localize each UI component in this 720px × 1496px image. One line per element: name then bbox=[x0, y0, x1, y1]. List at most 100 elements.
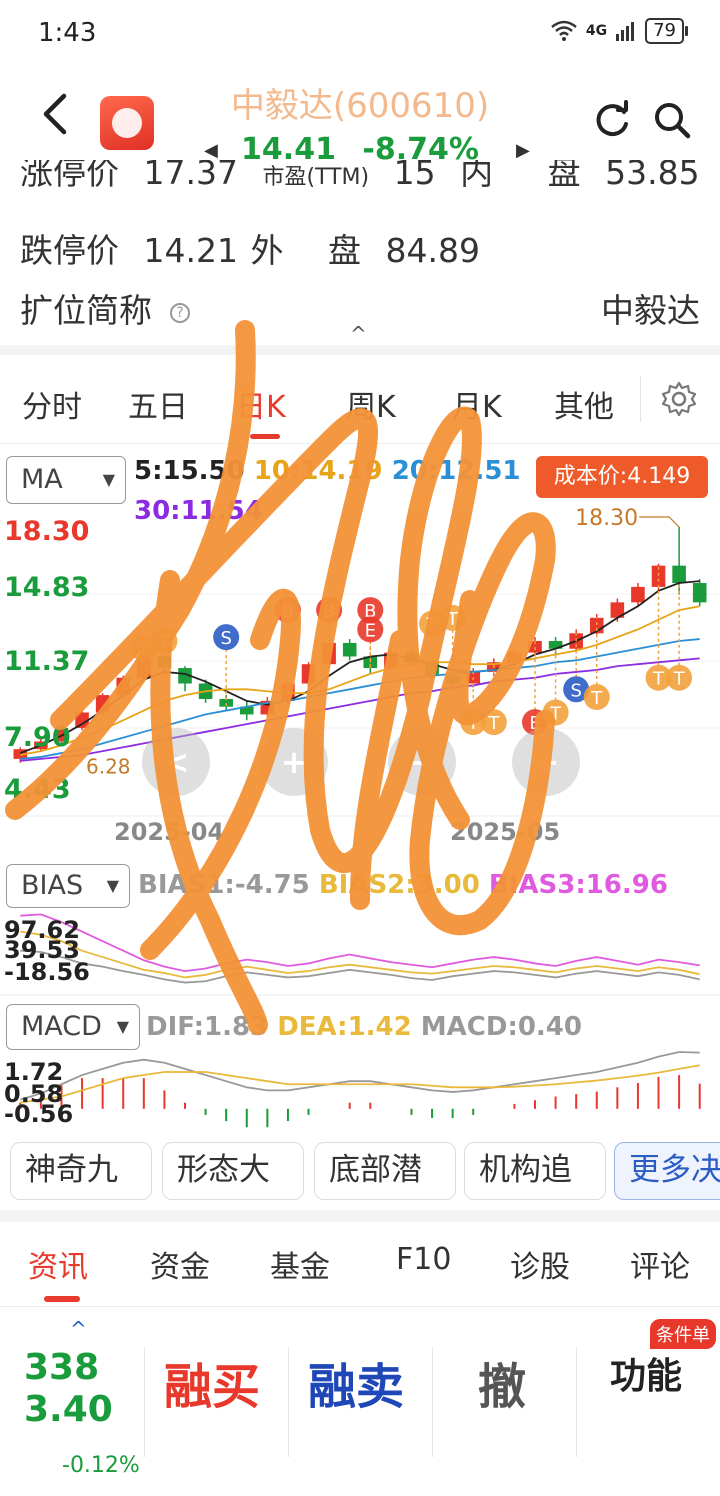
index-change: -0.12% bbox=[62, 1453, 140, 1478]
candle-body bbox=[692, 583, 707, 603]
signal-marker-label: T bbox=[652, 669, 665, 690]
date-axis-label-2: 2025-05 bbox=[450, 818, 561, 846]
signal-marker-label: E bbox=[365, 620, 376, 641]
tab-five-day[interactable]: 五日 bbox=[128, 382, 188, 426]
dea-legend: DEA:1.42 bbox=[277, 1012, 412, 1042]
cancel-order-button[interactable]: 撤 bbox=[478, 1347, 526, 1417]
search-icon[interactable] bbox=[652, 100, 692, 140]
info-row-limit-up: 涨停价 17.37 市盈(TTM) 15 内 盘 53.85 bbox=[20, 160, 714, 190]
limit-down-value: 14.21 bbox=[143, 231, 238, 270]
divider bbox=[0, 345, 720, 355]
bias-indicator-select[interactable]: BIAS ▼ bbox=[6, 864, 130, 908]
caret-down-icon: ▼ bbox=[106, 876, 119, 895]
signal-marker-label: T bbox=[426, 615, 439, 636]
outer-mid-label: 盘 bbox=[327, 231, 361, 270]
macd-svg bbox=[19, 1051, 701, 1128]
strategy-chip[interactable]: 神奇九 bbox=[10, 1142, 152, 1200]
macd-legend: DIF:1.83 DEA:1.42 MACD:0.40 bbox=[146, 1012, 582, 1042]
margin-sell-button[interactable]: 融卖 bbox=[308, 1347, 404, 1417]
pe-label: 市盈(TTM) bbox=[262, 165, 370, 190]
signal-marker-label: T bbox=[549, 703, 562, 724]
status-icons: 4G 79 bbox=[550, 18, 688, 44]
ma5-legend: 5:15.50 bbox=[134, 456, 245, 486]
index-value[interactable]: 3383.40 bbox=[24, 1347, 134, 1431]
kline-chart[interactable]: T T S B B B E T T T T E T S T T T 18.30 6.28 < + − + bbox=[0, 505, 720, 817]
tab-f10[interactable]: F10 bbox=[396, 1242, 451, 1277]
info-tabs: 资讯 资金 基金 F10 诊股 评论 bbox=[0, 1222, 720, 1306]
pe-value: 15 bbox=[393, 160, 436, 190]
macd-chart[interactable] bbox=[0, 1050, 720, 1132]
tab-daily-k[interactable]: 日K bbox=[236, 382, 286, 426]
bias-legend: BIAS1:-4.75 BIAS2:3.00 BIAS3:16.96 bbox=[138, 870, 668, 900]
ma20-legend: 20:12.51 bbox=[391, 456, 521, 486]
expand-index-icon[interactable]: ^ bbox=[70, 1317, 87, 1341]
bias3-legend: BIAS3:16.96 bbox=[488, 870, 668, 900]
high-annotation-line bbox=[639, 516, 680, 528]
candle-body bbox=[322, 642, 336, 665]
ma-legend-row1: 5:15.50 10:14.19 20:12.51 bbox=[134, 456, 521, 486]
trade-bar: ^ 3383.40 -0.12% 融买 融卖 撤 功能 条件单 bbox=[0, 1306, 720, 1496]
signal-marker-label: T bbox=[590, 688, 603, 709]
signal-marker-label: B bbox=[282, 601, 294, 622]
kline-svg: T T SB B BE T TT T E TS TT T18.306.28 < + − + bbox=[0, 506, 720, 817]
tab-weekly-k[interactable]: 周K bbox=[346, 382, 396, 426]
signal-marker-label: B bbox=[323, 601, 335, 622]
network-type: 4G bbox=[585, 23, 608, 39]
candle-body bbox=[301, 664, 316, 684]
dif-legend: DIF:1.83 bbox=[146, 1012, 269, 1042]
strategy-chip[interactable]: 底部潜 bbox=[314, 1142, 456, 1200]
refresh-icon[interactable] bbox=[592, 100, 632, 140]
caret-down-icon: ▼ bbox=[116, 1017, 129, 1036]
divider bbox=[0, 1210, 720, 1222]
tab-comments[interactable]: 评论 bbox=[630, 1242, 690, 1286]
date-axis-label-1: 2025-04 bbox=[114, 818, 225, 846]
tab-other[interactable]: 其他 bbox=[554, 382, 614, 426]
tab-diagnosis[interactable]: 诊股 bbox=[510, 1242, 570, 1286]
inner-mid-label: 盘 bbox=[547, 160, 581, 190]
signal-marker-label: T bbox=[467, 713, 480, 734]
tab-monthly-k[interactable]: 月K bbox=[452, 382, 502, 426]
tab-capital[interactable]: 资金 bbox=[150, 1242, 210, 1286]
macd-select-label: MACD bbox=[21, 1011, 102, 1042]
bias1-legend: BIAS1:-4.75 bbox=[138, 870, 310, 900]
macd-indicator-select[interactable]: MACD ▼ bbox=[6, 1004, 140, 1050]
condition-order-badge[interactable]: 条件单 bbox=[650, 1319, 716, 1349]
inner-value: 53.85 bbox=[605, 160, 700, 190]
short-name-label: 扩位简称 bbox=[20, 291, 152, 330]
signal-marker-label: T bbox=[137, 640, 150, 661]
more-strategies-chip[interactable]: 更多决 bbox=[614, 1142, 720, 1200]
ma10-legend: 10:14.19 bbox=[253, 456, 383, 486]
gear-icon[interactable] bbox=[660, 380, 698, 418]
tab-fund[interactable]: 基金 bbox=[270, 1242, 330, 1286]
limit-down-label: 跌停价 bbox=[20, 231, 119, 270]
price-axis-label-4: 7.90 bbox=[4, 722, 71, 753]
ma-indicator-select[interactable]: MA ▼ bbox=[6, 456, 126, 504]
signal-icon bbox=[616, 22, 635, 41]
cost-price-badge[interactable]: 成本价:4.149 bbox=[536, 456, 708, 498]
next-stock-button[interactable]: ▶ bbox=[516, 140, 530, 161]
strategy-chip[interactable]: 机构追 bbox=[464, 1142, 606, 1200]
signal-marker-label: S bbox=[570, 680, 581, 701]
tab-intraday[interactable]: 分时 bbox=[22, 382, 82, 426]
signal-marker-label: T bbox=[446, 609, 459, 630]
divider bbox=[576, 1347, 577, 1457]
active-tab-indicator bbox=[44, 1296, 80, 1302]
margin-buy-button[interactable]: 融买 bbox=[164, 1347, 260, 1417]
price-axis-label-3: 11.37 bbox=[4, 646, 90, 677]
help-icon[interactable]: ? bbox=[170, 302, 190, 323]
function-button[interactable]: 功能 bbox=[610, 1347, 682, 1399]
macd-value-legend: MACD:0.40 bbox=[420, 1012, 582, 1042]
dif-line bbox=[20, 1051, 700, 1101]
chart-zoom-in-icon-glyph: + bbox=[281, 743, 308, 781]
tab-news[interactable]: 资讯 bbox=[28, 1242, 88, 1286]
wifi-icon bbox=[551, 20, 577, 41]
low-annotation-label: 6.28 bbox=[86, 754, 131, 778]
bias-chart[interactable] bbox=[0, 908, 720, 996]
price-axis-label-1: 18.30 bbox=[4, 516, 90, 547]
collapse-caret-icon[interactable]: ^ bbox=[350, 322, 367, 346]
chart-zoom-in-icon-glyph: + bbox=[533, 743, 560, 781]
signal-marker-label: T bbox=[158, 632, 171, 653]
outer-value: 84.89 bbox=[385, 231, 480, 270]
signal-marker-label: T bbox=[673, 669, 686, 690]
strategy-chip[interactable]: 形态大 bbox=[162, 1142, 304, 1200]
